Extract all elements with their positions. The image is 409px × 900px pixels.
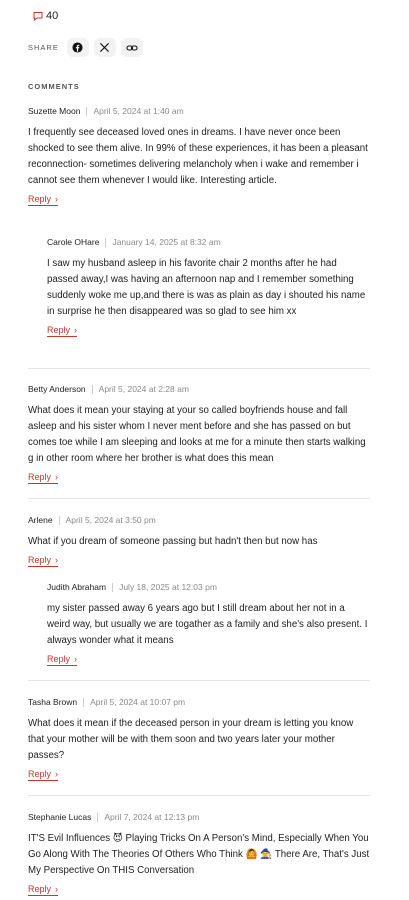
reply-link[interactable]: Reply ›: [28, 555, 59, 567]
reply-link[interactable]: Reply ›: [28, 194, 59, 206]
comment: Suzette Moon April 5, 2024 at 1:40 am I f…: [28, 104, 370, 207]
comment-body: IT'S Evil Influences 😈 Playing Tricks On…: [28, 833, 370, 876]
comment-body: What if you dream of someone passing but…: [28, 536, 318, 547]
reply-label: Reply: [28, 194, 52, 204]
comment-bubble-icon: [33, 11, 43, 21]
comment-author: Arlene: [28, 515, 53, 525]
comment-date[interactable]: April 5, 2024 at 1:40 am: [93, 106, 183, 116]
reply-label: Reply: [28, 555, 52, 565]
reply-link[interactable]: Reply ›: [28, 769, 59, 781]
comment-date[interactable]: July 18, 2025 at 12:03 pm: [119, 582, 217, 592]
meta-separator: [112, 582, 114, 592]
chevron-right-icon: ›: [55, 194, 59, 204]
share-label: SHARE: [28, 43, 59, 52]
divider: [28, 680, 370, 681]
meta-separator: [97, 812, 99, 822]
copy-link-button[interactable]: [120, 38, 143, 57]
comment-date[interactable]: April 5, 2024 at 3:50 pm: [66, 515, 156, 525]
meta-separator: [105, 237, 107, 247]
reply-link[interactable]: Reply ›: [47, 654, 78, 666]
meta-separator: [86, 106, 88, 116]
comment-date[interactable]: April 7, 2024 at 12:13 pm: [104, 812, 199, 822]
divider: [28, 498, 370, 499]
comment-author: Stephanie Lucas: [28, 812, 92, 822]
comment-author: Carole OHare: [47, 237, 100, 247]
reply-label: Reply: [47, 654, 71, 664]
reply-link[interactable]: Reply ›: [28, 472, 59, 484]
comment-date[interactable]: January 14, 2025 at 8:32 am: [112, 237, 220, 247]
divider: [28, 795, 370, 796]
comment-body: What does it mean if the deceased person…: [28, 718, 354, 761]
reply-label: Reply: [47, 325, 71, 335]
meta-separator: [91, 384, 93, 394]
reply-label: Reply: [28, 769, 52, 779]
divider: [28, 368, 370, 369]
comment-date[interactable]: April 5, 2024 at 2:28 am: [99, 384, 189, 394]
comment-body: I frequently see deceased loved ones in …: [28, 127, 368, 186]
chevron-right-icon: ›: [74, 325, 78, 335]
x-icon: [100, 42, 110, 53]
comment-body: What does it mean your staying at your s…: [28, 405, 366, 464]
comment-body: I saw my husband asleep in his favorite …: [47, 258, 366, 317]
reply-label: Reply: [28, 884, 52, 894]
comment: Tasha Brown April 5, 2024 at 10:07 pm Wha…: [28, 695, 370, 782]
comment-author: Betty Anderson: [28, 384, 86, 394]
comment: Arlene April 5, 2024 at 3:50 pm What if y…: [28, 513, 370, 568]
meta-separator: [83, 697, 85, 707]
link-icon: [126, 44, 138, 51]
comment-count[interactable]: 40: [33, 10, 58, 22]
comment: Betty Anderson April 5, 2024 at 2:28 am W…: [28, 382, 370, 485]
comment-author: Suzette Moon: [28, 106, 81, 116]
reply-link[interactable]: Reply ›: [47, 325, 78, 337]
meta-separator: [58, 515, 60, 525]
chevron-right-icon: ›: [55, 555, 59, 565]
chevron-right-icon: ›: [55, 884, 59, 894]
comments-section: 40 SHARE COMMENTS Suzette Moon April 5, 2…: [0, 0, 409, 900]
chevron-right-icon: ›: [55, 472, 59, 482]
facebook-share-button[interactable]: [66, 38, 89, 57]
facebook-icon: [72, 42, 83, 53]
comments-heading: COMMENTS: [28, 82, 80, 91]
comment-reply: Carole OHare January 14, 2025 at 8:32 am …: [47, 235, 369, 338]
comment: Stephanie Lucas April 7, 2024 at 12:13 pm…: [28, 810, 370, 897]
reply-link[interactable]: Reply ›: [28, 884, 59, 896]
x-share-button[interactable]: [93, 38, 116, 57]
chevron-right-icon: ›: [55, 769, 59, 779]
comment-author: Tasha Brown: [28, 697, 78, 707]
comment-reply: Judith Abraham July 18, 2025 at 12:03 pm …: [47, 580, 369, 667]
share-bar: SHARE: [28, 38, 148, 57]
comment-author: Judith Abraham: [47, 582, 107, 592]
reply-label: Reply: [28, 472, 52, 482]
comment-count-value: 40: [46, 10, 59, 22]
chevron-right-icon: ›: [74, 654, 78, 664]
comment-date[interactable]: April 5, 2024 at 10:07 pm: [90, 697, 185, 707]
comment-body: my sister passed away 6 years ago but I …: [47, 603, 368, 646]
